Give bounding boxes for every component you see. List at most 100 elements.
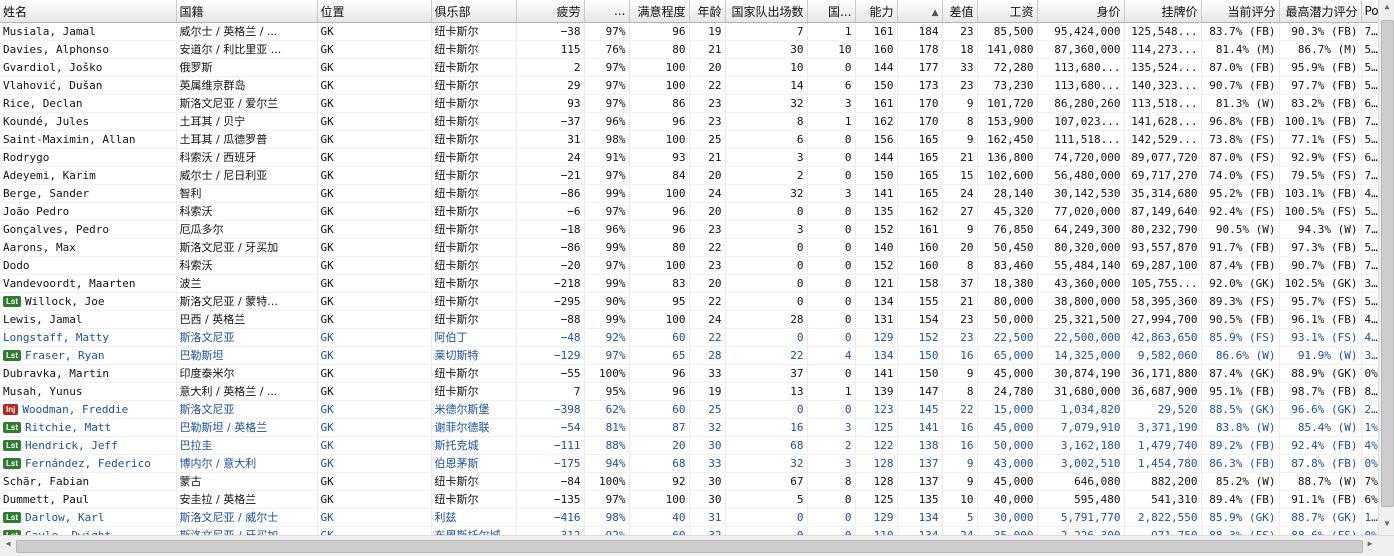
cell-text: Lewis, Jamal	[3, 312, 83, 326]
cell-goals: 1	[807, 22, 856, 41]
cell-text: Rodrygo	[3, 150, 50, 164]
table-row[interactable]: Lst Gayle, Dwight 斯洛文尼亚 / 牙买加 GK 布里斯托尔城 −312 9…	[0, 526, 1378, 535]
cell-text: 86	[672, 96, 686, 110]
column-header-ca[interactable]: 能力	[855, 0, 898, 23]
table-row[interactable]: Schär, Fabian 蒙古 GK 纽卡斯尔 −84 100% 92 30 67 8 128 13…	[0, 472, 1378, 491]
cell-value: 31,680,000	[1037, 382, 1125, 401]
column-header-pa[interactable]: ▲	[897, 0, 943, 23]
cell-ca: 144	[855, 58, 898, 77]
cell-goals: 0	[807, 238, 856, 257]
table-row[interactable]: Dubravka, Martin 印度泰米尔 GK 纽卡斯尔 −55 100% 96 33 37…	[0, 364, 1378, 383]
column-header-cond[interactable]: ...	[584, 0, 630, 23]
cell-text: Gonçalves, Pedro	[3, 222, 109, 236]
table-row[interactable]: Gonçalves, Pedro 厄瓜多尔 GK 纽卡斯尔 −18 96% 96 23 3 0 15…	[0, 220, 1378, 239]
cell-value: 87,360,000	[1037, 40, 1125, 59]
scroll-up-icon[interactable]: ▲	[1382, 2, 1392, 16]
table-row[interactable]: Inj Woodman, Freddie 斯洛文尼亚 GK 米德尔斯堡 −398 62% 60…	[0, 400, 1378, 419]
cell-text: 150	[873, 78, 894, 92]
cell-club: 纽卡斯尔	[431, 184, 517, 203]
column-header-value[interactable]: 身价	[1037, 0, 1125, 23]
table-row[interactable]: Dodo 科索沃 GK 纽卡斯尔 −20 97% 100 23 0 0 152 160 8 83,460 5…	[0, 256, 1378, 275]
table-row[interactable]: Rice, Declan 斯洛文尼亚 / 爱尔兰 GK 纽卡斯尔 93 97% 86 23 32…	[0, 94, 1378, 113]
table-row[interactable]: Lst Fernández, Federico 博内尔 / 意大利 GK 伯恩茅斯 −17…	[0, 454, 1378, 473]
cell-happy: 60	[629, 328, 690, 347]
cell-age: 22	[689, 292, 726, 311]
table-row[interactable]: Gvardiol, Joško 俄罗斯 GK 纽卡斯尔 2 97% 100 20 10 0 144 1…	[0, 58, 1378, 77]
column-header-pod[interactable]: PoD	[1361, 0, 1378, 23]
vertical-scroll-thumb[interactable]	[1381, 20, 1394, 507]
column-header-nation[interactable]: 国籍	[176, 0, 318, 23]
horizontal-scroll-thumb[interactable]	[16, 540, 1363, 553]
cell-happy: 96	[629, 22, 690, 41]
column-header-ask[interactable]: 挂牌价	[1124, 0, 1202, 23]
cell-text: Koundé, Jules	[3, 114, 90, 128]
table-row[interactable]: Lst Ritchie, Matt 巴勒斯坦 / 英格兰 GK 谢菲尔德联 −54 81% 8…	[0, 418, 1378, 437]
cell-pos: GK	[317, 94, 432, 113]
cell-nation: 斯洛文尼亚 / 蒙特...	[176, 292, 318, 311]
cell-text: 177	[918, 60, 939, 74]
table-row[interactable]: Dummett, Paul 安圭拉 / 英格兰 GK 纽卡斯尔 −135 97% 100 30…	[0, 490, 1378, 509]
column-header-fatigue[interactable]: 疲劳	[516, 0, 585, 23]
cell-caps: 0	[725, 274, 808, 293]
cell-text: 1	[844, 114, 852, 128]
table-row[interactable]: Davies, Alphonso 安道尔 / 利比里亚 ... GK 纽卡斯尔 115 7…	[0, 40, 1379, 59]
cell-wage: 40,000	[977, 490, 1038, 509]
column-header-diff[interactable]: 差值	[942, 0, 978, 23]
column-header-pos[interactable]: 位置	[317, 0, 432, 23]
column-header-club[interactable]: 俱乐部	[431, 0, 517, 23]
table-row[interactable]: Musah, Yunus 意大利 / 英格兰 / ... GK 纽卡斯尔 7 95% 96 1…	[0, 382, 1378, 401]
cell-text: 59%	[1364, 42, 1379, 56]
column-header-goals[interactable]: 国...	[807, 0, 856, 23]
cell-text: 22,500,000	[1054, 330, 1121, 344]
cell-text: 88%	[605, 438, 626, 452]
cell-text: 0	[844, 276, 852, 290]
table-row[interactable]: Vlahović, Dušan 英属维京群岛 GK 纽卡斯尔 29 97% 100 22 14 6…	[0, 76, 1378, 95]
cell-text: 178	[918, 42, 939, 56]
cell-text: −88	[560, 312, 581, 326]
cell-age: 24	[689, 310, 726, 329]
table-row[interactable]: Vandevoordt, Maarten 波兰 GK 纽卡斯尔 −218 99% 83 20 0…	[0, 274, 1378, 293]
cell-ask: 142,529...	[1124, 130, 1202, 149]
table-row[interactable]: Rodrygo 科索沃 / 西班牙 GK 纽卡斯尔 24 91% 93 21 3 0 144 165 2…	[0, 148, 1378, 167]
column-header-cur_rating[interactable]: 当前评分	[1201, 0, 1280, 23]
scroll-right-icon[interactable]: ▶	[1364, 539, 1376, 553]
table-row[interactable]: Lst Fraser, Ryan 巴勒斯坦 GK 莱切斯特 −129 97% 65 28 22 4 1…	[0, 346, 1378, 365]
cell-text: 88.5% (GK)	[1209, 402, 1276, 416]
cell-text: 20	[708, 276, 722, 290]
scroll-left-icon[interactable]: ◀	[2, 539, 14, 553]
table-row[interactable]: Koundé, Jules 土耳其 / 贝宁 GK 纽卡斯尔 −37 96% 96 23 8 1 1…	[0, 112, 1378, 131]
vertical-scrollbar[interactable]: ▲ ▼	[1378, 0, 1394, 535]
column-header-happy[interactable]: 满意程度	[629, 0, 690, 23]
cell-goals: 3	[807, 418, 856, 437]
cell-name: Dubravka, Martin	[0, 364, 177, 383]
table-row[interactable]: Musiala, Jamal 威尔士 / 英格兰 / ... GK 纽卡斯尔 −38 97…	[0, 22, 1378, 41]
cell-text: 9	[966, 132, 974, 146]
cell-text: 25	[708, 402, 722, 416]
table-row[interactable]: Adeyemi, Karim 威尔士 / 尼日利亚 GK 纽卡斯尔 −21 97% 84 20…	[0, 166, 1378, 185]
table-row[interactable]: Longstaff, Matty 斯洛文尼亚 GK 阿伯丁 −48 92% 60 22 0 0 12…	[0, 328, 1378, 347]
table-row[interactable]: Lst Hendrick, Jeff 巴拉圭 GK 斯托克城 −111 88% 20 30 68 2…	[0, 436, 1378, 455]
cell-happy: 68	[629, 454, 690, 473]
cell-value: 30,874,190	[1037, 364, 1125, 383]
table-row[interactable]: Aarons, Max 斯洛文尼亚 / 牙买加 GK 纽卡斯尔 −86 99% 80 22 0 0…	[0, 238, 1378, 257]
cell-text: GK	[320, 186, 334, 200]
cell-text: 99%	[605, 240, 626, 254]
table-row[interactable]: Saint-Maximin, Allan 土耳其 / 瓜德罗普 GK 纽卡斯尔 31 98…	[0, 130, 1378, 149]
table-row[interactable]: Lst Darlow, Karl 斯洛文尼亚 / 威尔士 GK 利兹 −416 98% 40 3…	[0, 508, 1378, 527]
cell-name: Dodo	[0, 256, 177, 275]
cell-pot_rating: 95.9% (FB)	[1279, 58, 1362, 77]
horizontal-scrollbar[interactable]: ◀ ▶	[0, 535, 1394, 556]
cell-diff: 15	[942, 166, 978, 185]
column-header-caps[interactable]: 国家队出场数	[725, 0, 808, 23]
cell-caps: 68	[725, 436, 808, 455]
table-row[interactable]: Lewis, Jamal 巴西 / 英格兰 GK 纽卡斯尔 −88 99% 100 24 28 0…	[0, 310, 1378, 329]
table-row[interactable]: Lst Willock, Joe 斯洛文尼亚 / 蒙特... GK 纽卡斯尔 −295 90…	[0, 292, 1378, 311]
column-header-name[interactable]: 姓名	[0, 0, 177, 23]
table-row[interactable]: Berge, Sander 智利 GK 纽卡斯尔 −86 99% 100 24 32 3 141 16…	[0, 184, 1378, 203]
column-header-pot_rating[interactable]: 最高潜力评分	[1279, 0, 1362, 23]
scroll-down-icon[interactable]: ▼	[1382, 519, 1392, 533]
cell-text: 97%	[605, 24, 626, 38]
column-header-age[interactable]: 年龄	[689, 0, 726, 23]
table-row[interactable]: João Pedro 科索沃 GK 纽卡斯尔 −6 97% 96 20 0 0 135 162 27 45…	[0, 202, 1378, 221]
column-header-wage[interactable]: 工资	[977, 0, 1038, 23]
